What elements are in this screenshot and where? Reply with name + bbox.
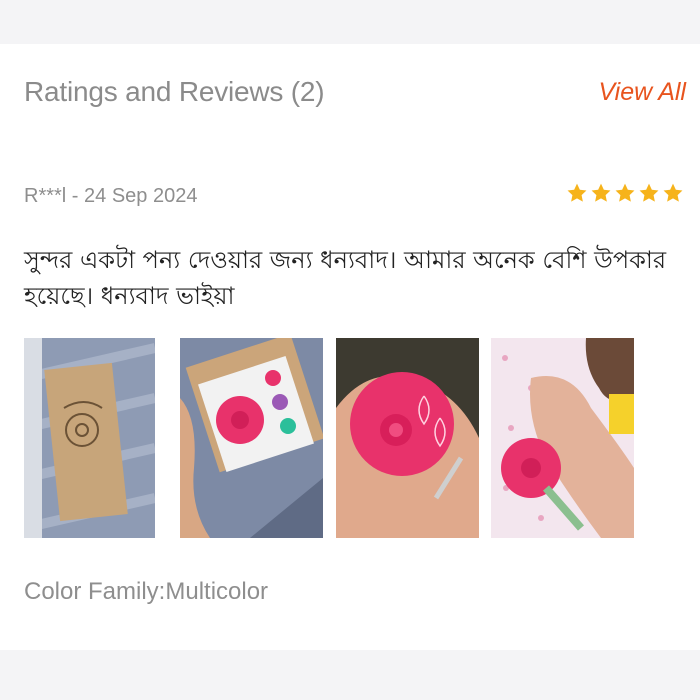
view-all-link[interactable]: View All [598,78,686,107]
star-icon [663,183,683,202]
review-photo-box[interactable] [24,338,155,538]
review-photo-baby[interactable] [491,338,634,538]
baby-with-pink-device-photo-icon [491,338,634,538]
product-box-photo-icon [24,338,155,538]
bottom-divider-strip [0,650,700,700]
reviews-title: Ratings and Reviews (2) [24,76,325,107]
review-text: সুন্দর একটা পন্য দেওয়ার জন্য ধন্যবাদ। আ… [24,246,667,310]
reviewer-and-date: R***l - 24 Sep 2024 [24,185,198,207]
hand-holding-pink-device-photo-icon [336,338,479,538]
star-icon [567,183,587,202]
review-photo-opened-box[interactable] [180,338,323,538]
star-icon [591,183,611,202]
star-rating [566,182,684,204]
opened-box-pink-device-photo-icon [180,338,323,538]
color-family-variant: Color Family:Multicolor [24,578,269,605]
reviews-card: Ratings and Reviews (2) View All R***l -… [0,44,700,650]
review-photo-hand-device[interactable] [336,338,479,538]
star-icon [639,183,659,202]
star-icon [615,183,635,202]
